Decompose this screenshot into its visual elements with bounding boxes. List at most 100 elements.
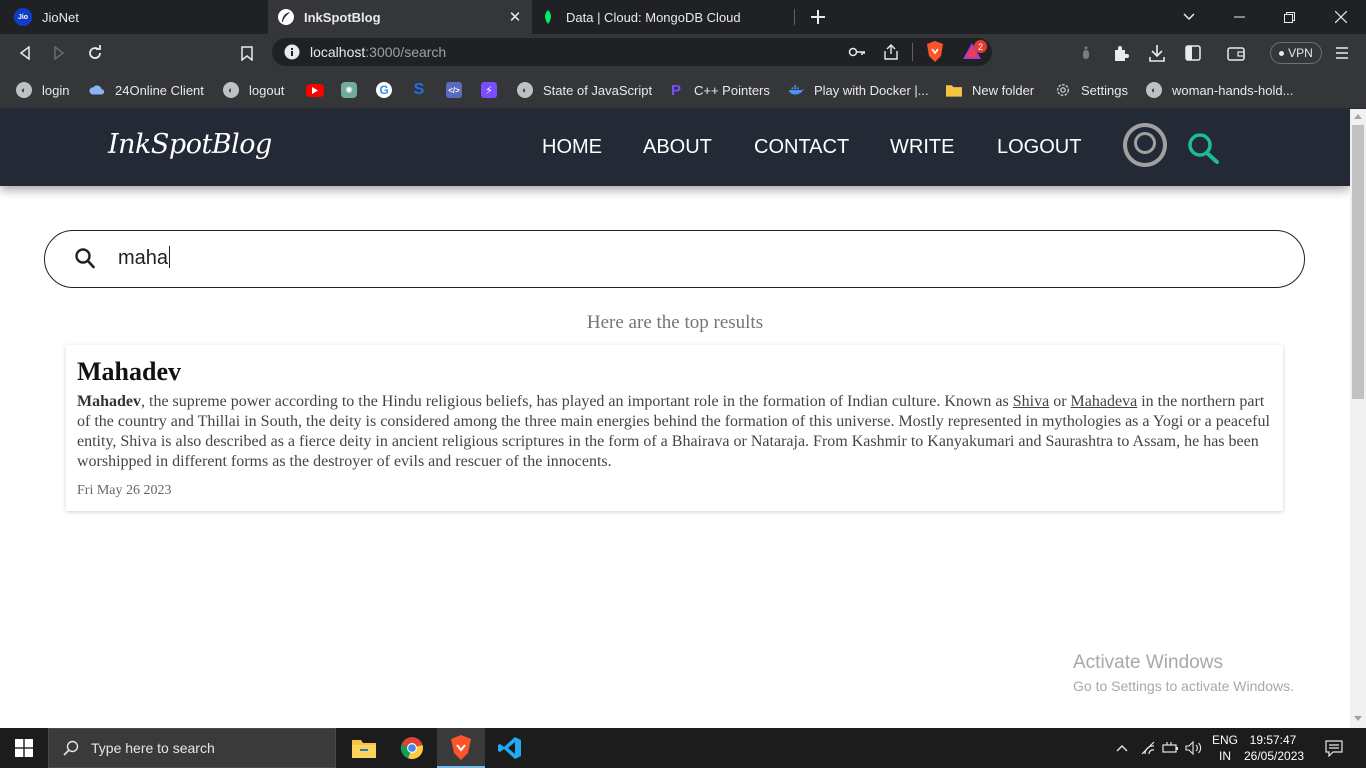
brave-icon[interactable] [437,728,485,768]
link-mahadeva[interactable]: Mahadeva [1071,393,1138,410]
leaf-icon [540,9,556,25]
code-icon: </> [446,82,462,98]
tab-title: InkSpotBlog [304,9,381,25]
brave-badge: 2 [974,40,987,53]
vpn-button[interactable]: VPN [1270,42,1322,64]
tab-mongodb[interactable]: Data | Cloud: MongoDB Cloud [532,0,794,34]
link-shiva[interactable]: Shiva [1013,393,1049,410]
close-tab-icon[interactable]: ✕ [506,8,524,26]
bookmark-woman-hands[interactable]: ◐ woman-hands-hold... [1146,80,1293,100]
back-icon[interactable] [12,40,38,66]
tab-inkspotblog[interactable]: InkSpotBlog ✕ [268,0,532,34]
language-code: ENG [1211,733,1238,747]
show-hidden-icons-icon[interactable] [1112,728,1132,768]
tab-search-chevron-icon[interactable] [1164,0,1214,34]
scroll-down-arrow[interactable] [1354,716,1362,721]
search-icon [75,248,95,274]
nav-about[interactable]: ABOUT [643,136,712,159]
address-bar[interactable]: localhost:3000/search 2 [272,38,992,66]
close-window-button[interactable] [1316,0,1366,34]
language-indicator[interactable]: ENG IN [1208,732,1242,764]
new-tab-button[interactable] [795,0,841,34]
bookmark-bolt[interactable]: ⚡ [481,80,497,100]
url-text[interactable]: localhost:3000/search [310,44,446,60]
restore-button[interactable] [1264,0,1314,34]
tab-jionet[interactable]: Jio JioNet [0,0,268,34]
system-clock[interactable]: 19:57:47 26/05/2023 [1244,732,1304,764]
windows-taskbar: Type here to search ENG IN 19:57:47 26/0… [0,728,1366,768]
chatgpt-icon: ✺ [341,82,357,98]
nav-contact[interactable]: CONTACT [754,136,849,159]
notifications-icon[interactable] [1318,728,1350,768]
wallet-icon[interactable] [1223,40,1249,66]
taskbar-search-box[interactable]: Type here to search [48,728,336,768]
wallet-dot-icon[interactable] [1073,40,1099,66]
menu-icon[interactable] [1329,40,1355,66]
url-path: :3000/search [365,44,447,60]
gear-icon [1055,82,1071,98]
search-query-text[interactable]: maha [118,245,171,270]
bookmark-new-folder[interactable]: New folder [946,80,1034,100]
site-logo[interactable]: InkSpotBlog [108,129,272,160]
bookmark-play-with-docker[interactable]: Play with Docker |... [788,80,929,100]
sidebar-icon[interactable] [1180,40,1206,66]
minimize-button[interactable] [1214,0,1264,34]
search-input[interactable]: maha [44,230,1305,288]
extensions-icon[interactable] [1108,40,1134,66]
bookmark-24online[interactable]: 24Online Client [89,80,204,100]
result-card[interactable]: Mahadev Mahadev, the supreme power accor… [66,345,1283,511]
battery-plug-icon[interactable] [1160,728,1182,768]
vscode-icon[interactable] [486,728,534,768]
windows-start-button[interactable] [0,728,48,768]
key-icon[interactable] [848,44,866,65]
result-title[interactable]: Mahadev [77,357,181,387]
scroll-up-arrow[interactable] [1354,114,1362,119]
bookmark-chatgpt[interactable]: ✺ [341,80,357,100]
youtube-icon [306,83,324,97]
nav-home[interactable]: HOME [542,136,602,159]
avatar[interactable] [1123,123,1167,167]
bookmark-icon[interactable] [234,40,260,66]
watermark-subtitle: Go to Settings to activate Windows. [1073,678,1294,694]
bookmark-code[interactable]: </> [446,80,462,100]
chrome-icon[interactable] [388,728,436,768]
bookmark-login[interactable]: ◐ login [16,80,69,100]
activate-windows-watermark: Activate Windows Go to Settings to activ… [1073,652,1294,694]
share-icon[interactable] [882,43,900,66]
bookmark-cpp-pointers[interactable]: P C++ Pointers [668,80,770,100]
bookmark-s[interactable]: S [411,80,427,100]
bookmark-label: Play with Docker |... [814,82,929,98]
search-query-value: maha [118,247,169,269]
bookmark-logout[interactable]: ◐ logout [223,80,284,100]
bookmark-state-of-js[interactable]: ◐ State of JavaScript [517,80,652,100]
clock-time: 19:57:47 [1249,733,1297,747]
page-viewport: InkSpotBlog HOME ABOUT CONTACT WRITE LOG… [0,109,1350,728]
bookmark-google[interactable]: G [376,80,392,100]
scroll-thumb[interactable] [1352,125,1364,399]
volume-icon[interactable] [1183,728,1205,768]
bookmark-youtube[interactable] [306,80,324,100]
bookmark-label: State of JavaScript [543,82,653,98]
search-icon [63,740,79,756]
wifi-icon[interactable] [1137,728,1159,768]
cloud-icon [89,82,105,98]
site-header: InkSpotBlog HOME ABOUT CONTACT WRITE LOG… [0,109,1350,186]
nav-write[interactable]: WRITE [890,136,954,159]
globe-icon: ◐ [16,82,32,98]
file-explorer-icon[interactable] [340,728,388,768]
reload-icon[interactable] [82,40,108,66]
bookmark-settings[interactable]: Settings [1055,80,1128,100]
google-icon: G [376,82,392,98]
page-scrollbar[interactable] [1350,109,1366,728]
watermark-title: Activate Windows [1073,652,1223,673]
info-icon[interactable] [284,44,300,65]
search-icon[interactable] [1186,132,1220,169]
globe-icon: ◐ [223,82,239,98]
brave-shield-icon[interactable] [926,41,944,67]
omnibox-divider [912,43,913,61]
nav-logout[interactable]: LOGOUT [997,136,1081,159]
text-caret [169,245,171,268]
download-icon[interactable] [1144,40,1170,66]
bookmark-label: logout [249,82,285,98]
forward-icon[interactable] [46,40,72,66]
